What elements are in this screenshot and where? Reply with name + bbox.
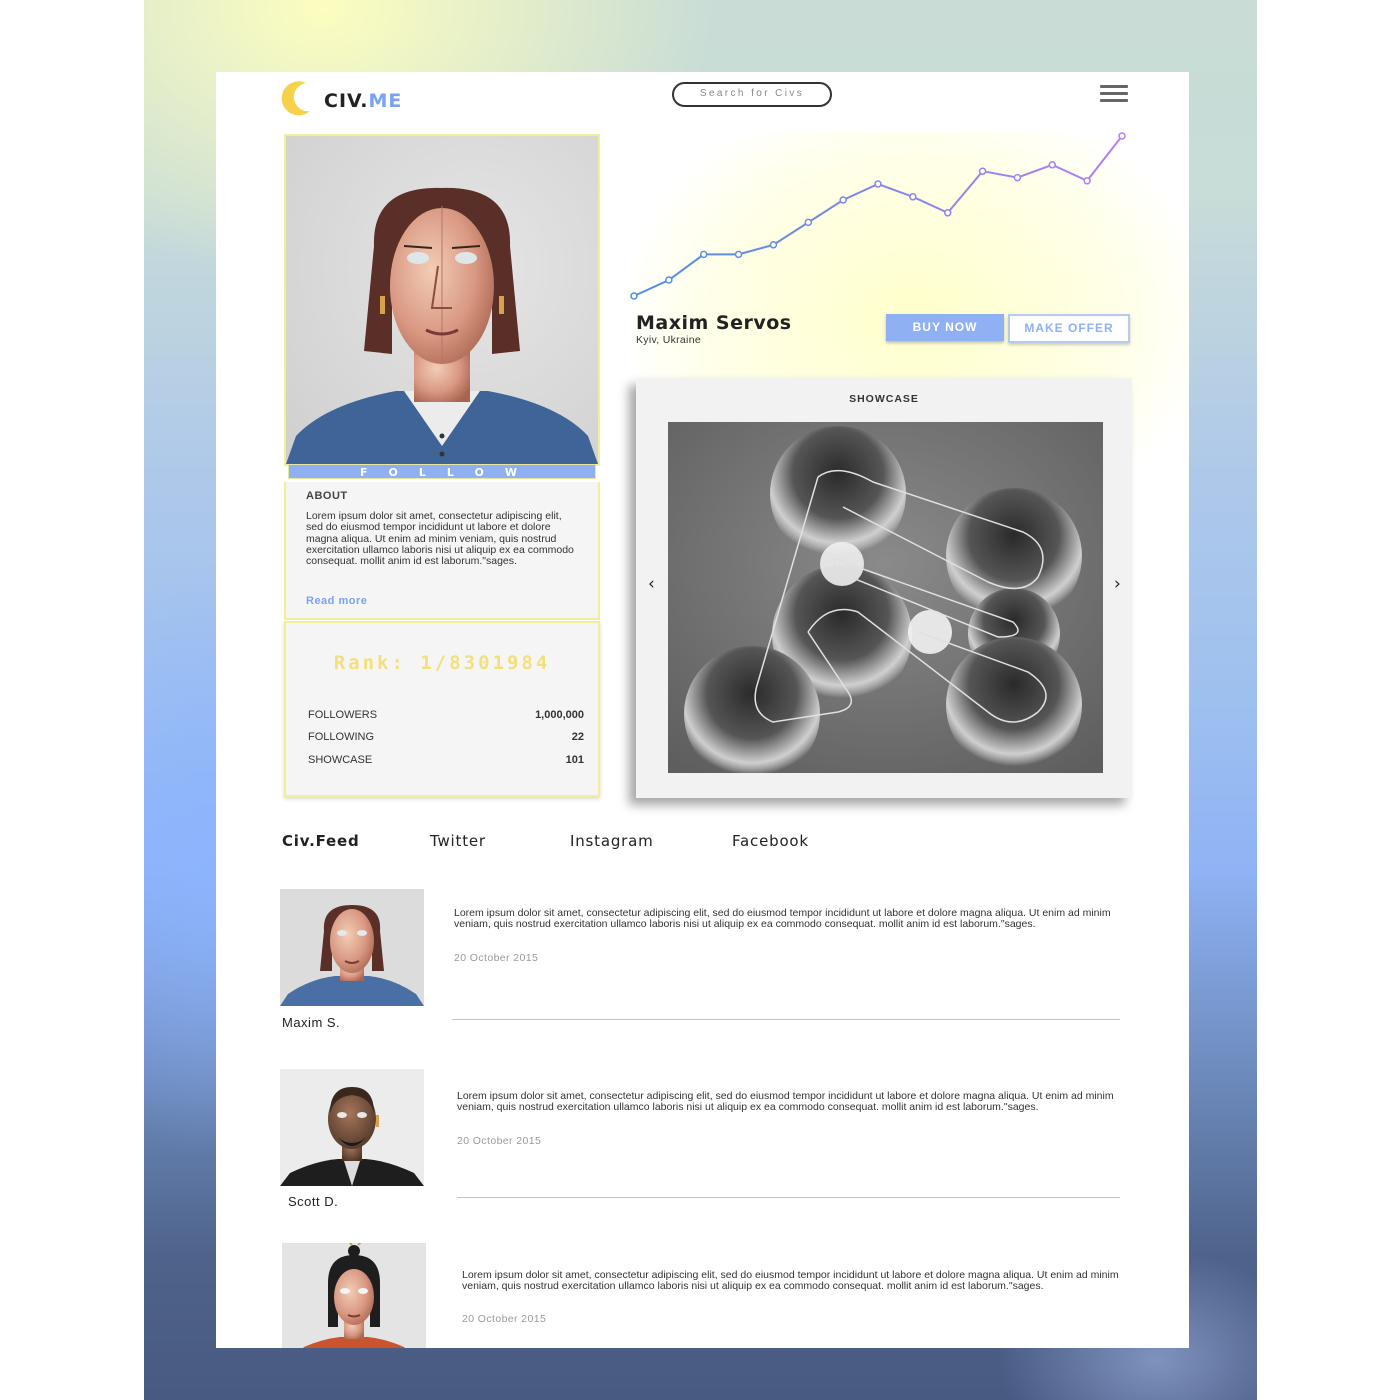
hamburger-menu-icon[interactable] [1100,85,1128,103]
stat-label: FOLLOWING [308,731,375,743]
showcase-panel: SHOWCASE ‹ › [636,378,1132,798]
about-title: ABOUT [306,490,348,502]
follow-button[interactable]: FOLLOW [288,464,596,479]
chart-point [699,250,708,259]
showcase-prev-arrow[interactable]: ‹ [648,574,655,594]
feed-post-text: Lorem ipsum dolor sit amet, consectetur … [454,907,1111,931]
showcase-artwork[interactable] [668,422,1103,773]
stat-label: SHOWCASE [308,754,373,766]
profile-name: Maxim Servos [636,312,792,334]
about-panel: ABOUT Lorem ipsum dolor sit amet, consec… [284,482,600,620]
chart-point [1118,132,1126,140]
feed-author-name[interactable]: Scott D. [288,1194,338,1209]
feed-post-text: Lorem ipsum dolor sit amet, consectetur … [462,1269,1119,1293]
chart-point [874,180,882,188]
feed-item: Maxim S. Lorem ipsum dolor sit amet, con… [280,889,1140,1049]
feed-post-date: 20 October 2015 [457,1135,542,1147]
tab-instagram[interactable]: Instagram [570,832,654,850]
profile-page-card: CIV.ME Search for Civs FOLLOW ABOUT Lore… [216,72,1189,1348]
chart-point [1013,173,1022,182]
chart-point [630,292,638,300]
stats-panel: Rank: 1/8301984 FOLLOWERS 1,000,000 FOLL… [284,621,600,797]
avatar[interactable] [280,889,424,1006]
chart-point [943,209,952,217]
avatar[interactable] [280,1069,424,1186]
rank-text: Rank: 1/8301984 [333,652,551,674]
woman-avatar-illustration [280,889,424,1006]
chart-point [978,167,987,175]
chart-point [665,276,673,284]
feed-item: Scott D. Lorem ipsum dolor sit amet, con… [280,1069,1140,1229]
chart-point [804,218,813,227]
feed-divider [452,1019,1120,1020]
stat-value: 101 [565,754,584,766]
stat-row-showcase: SHOWCASE 101 [308,754,584,768]
feed-post-text: Lorem ipsum dolor sit amet, consectetur … [457,1090,1114,1114]
tab-civ-feed[interactable]: Civ.Feed [282,832,360,850]
chart-point [734,250,743,259]
profile-location: Kyiv, Ukraine [636,334,701,346]
man-avatar-illustration [280,1069,424,1186]
make-offer-button[interactable]: MAKE OFFER [1008,314,1130,343]
chart-series-line [633,135,1123,297]
brand-logo[interactable]: CIV.ME [276,78,416,118]
tab-twitter[interactable]: Twitter [430,832,486,850]
chart-point [769,241,778,249]
about-text: Lorem ipsum dolor sit amet, consectetur … [306,510,574,568]
stat-value: 22 [571,731,584,743]
price-history-chart [630,132,1126,300]
stat-value: 1,000,000 [535,709,584,721]
stat-label: FOLLOWERS [308,709,378,721]
search-input[interactable]: Search for Civs [672,82,832,107]
avatar[interactable] [282,1243,426,1348]
brand-name: CIV.ME [324,90,403,112]
feed-divider [457,1197,1120,1198]
feed-post-date: 20 October 2015 [454,952,539,964]
feed-item: Lorem ipsum dolor sit amet, consectetur … [280,1243,1140,1348]
chart-point [909,193,917,201]
buy-now-button[interactable]: BUY NOW [886,314,1004,341]
feed-post-date: 20 October 2015 [462,1313,547,1325]
chart-point [1048,161,1057,169]
chart-point [839,196,847,204]
abstract-spheres-artwork [668,422,1103,773]
read-more-link[interactable]: Read more [306,595,367,607]
stat-row-followers: FOLLOWERS 1,000,000 [308,709,584,723]
stat-row-following: FOLLOWING 22 [308,731,584,745]
woman-avatar-illustration [282,1243,426,1348]
crescent-logo-icon [281,81,310,116]
feed-author-name[interactable]: Maxim S. [282,1015,340,1030]
woman-portrait-illustration [286,187,598,464]
tab-facebook[interactable]: Facebook [732,832,809,850]
showcase-title: SHOWCASE [849,393,919,405]
chart-point [1083,177,1091,185]
showcase-next-arrow[interactable]: › [1114,574,1121,594]
search-placeholder: Search for Civs [699,88,805,99]
profile-portrait [284,134,600,466]
